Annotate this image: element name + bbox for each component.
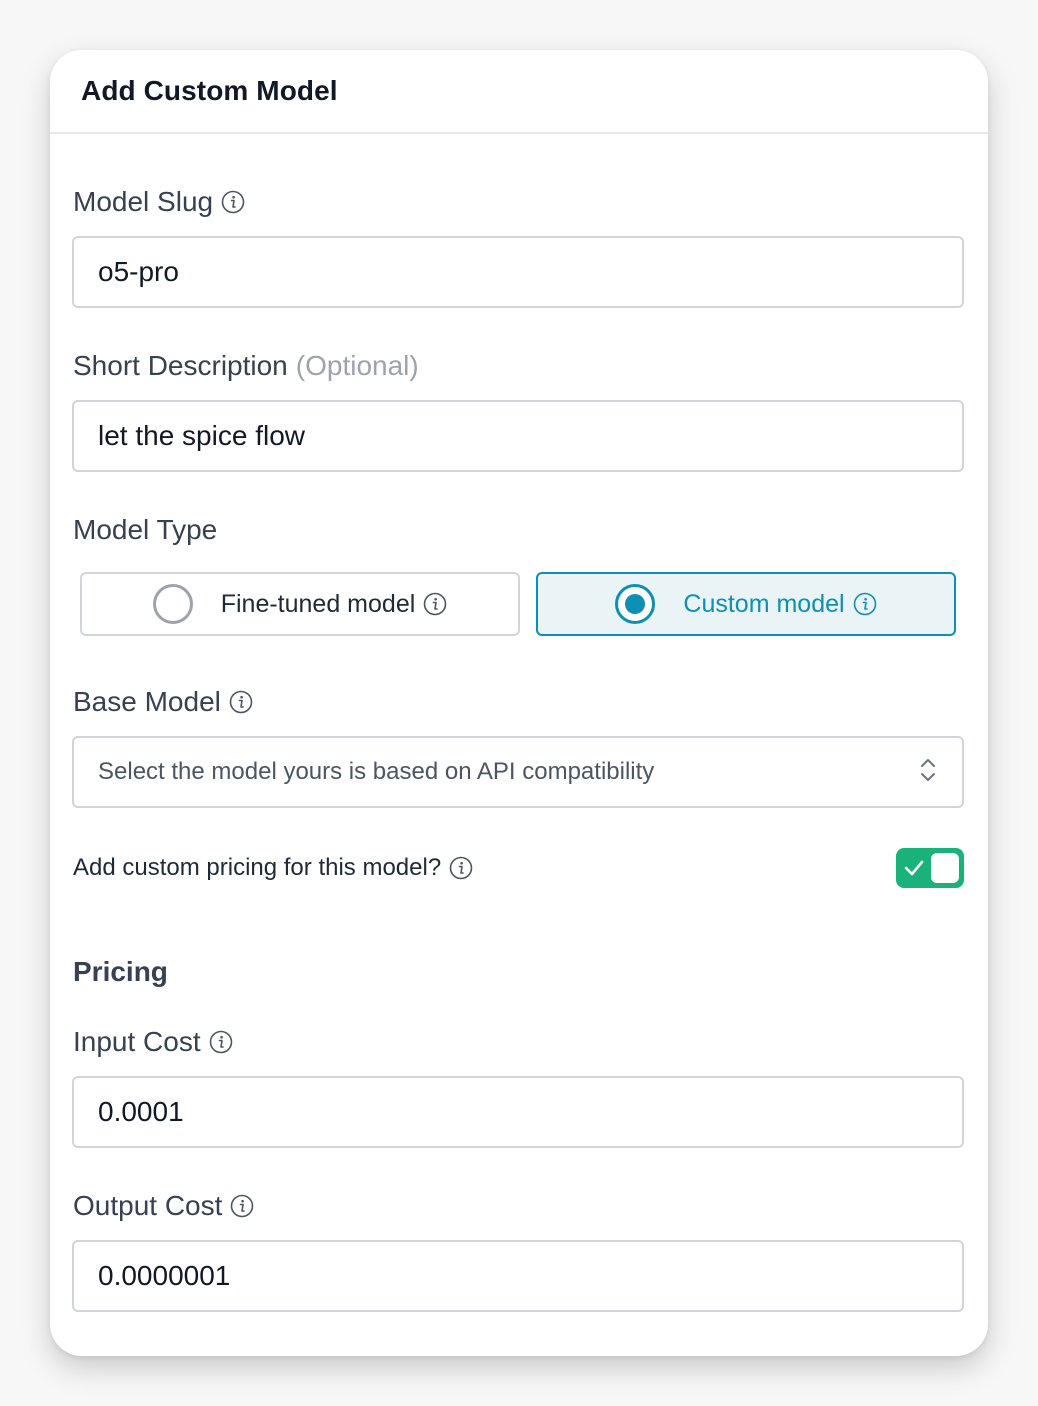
radio-unchecked-icon[interactable] bbox=[152, 584, 193, 624]
custom-model-text: Custom model bbox=[683, 590, 876, 619]
custom-pricing-label: Add custom pricing for this model? bbox=[73, 854, 442, 881]
model-slug-input[interactable] bbox=[72, 236, 964, 308]
output-cost-label: Output Cost bbox=[73, 1190, 223, 1221]
short-description-label-row: Short Description (Optional) bbox=[73, 352, 419, 380]
dialog-title: Add Custom Model bbox=[81, 75, 338, 106]
toggle-knob bbox=[931, 853, 959, 883]
info-icon[interactable] bbox=[209, 1030, 233, 1054]
input-cost-input[interactable] bbox=[72, 1076, 964, 1148]
short-description-input[interactable] bbox=[72, 400, 964, 472]
fine-tuned-model-option[interactable]: Fine-tuned model bbox=[80, 572, 520, 636]
info-icon[interactable] bbox=[230, 1194, 254, 1218]
info-icon[interactable] bbox=[853, 592, 877, 616]
pricing-section-title: Pricing bbox=[73, 956, 168, 987]
optional-tag: (Optional) bbox=[295, 350, 419, 381]
base-model-placeholder: Select the model yours is based on API c… bbox=[98, 758, 655, 785]
output-cost-input[interactable] bbox=[72, 1240, 964, 1312]
info-icon[interactable] bbox=[449, 856, 473, 880]
dialog-header: Add Custom Model bbox=[50, 50, 988, 134]
add-custom-model-dialog: Add Custom Model Model Slug Short Descri… bbox=[50, 50, 988, 1356]
custom-pricing-label-row: Add custom pricing for this model? bbox=[73, 854, 473, 882]
base-model-label: Base Model bbox=[73, 686, 221, 717]
fine-tuned-model-text: Fine-tuned model bbox=[221, 590, 448, 619]
short-description-label: Short Description bbox=[73, 350, 288, 381]
output-cost-label-row: Output Cost bbox=[73, 1192, 254, 1220]
chevron-up-down-icon bbox=[918, 756, 938, 789]
info-icon[interactable] bbox=[423, 592, 447, 616]
base-model-select[interactable]: Select the model yours is based on API c… bbox=[72, 736, 964, 808]
custom-model-label: Custom model bbox=[683, 589, 845, 618]
input-cost-label-row: Input Cost bbox=[73, 1028, 233, 1056]
model-slug-label-row: Model Slug bbox=[73, 188, 245, 216]
custom-pricing-toggle[interactable] bbox=[896, 848, 964, 888]
base-model-label-row: Base Model bbox=[73, 688, 253, 716]
fine-tuned-model-label: Fine-tuned model bbox=[220, 589, 416, 618]
custom-model-option[interactable]: Custom model bbox=[536, 572, 956, 636]
info-icon[interactable] bbox=[229, 690, 253, 714]
check-icon bbox=[904, 859, 924, 882]
input-cost-label: Input Cost bbox=[73, 1026, 201, 1057]
model-type-label: Model Type bbox=[73, 514, 218, 545]
model-type-label-row: Model Type bbox=[73, 516, 217, 544]
info-icon[interactable] bbox=[221, 190, 245, 214]
radio-checked-icon[interactable] bbox=[615, 584, 656, 624]
model-slug-label: Model Slug bbox=[73, 186, 214, 217]
